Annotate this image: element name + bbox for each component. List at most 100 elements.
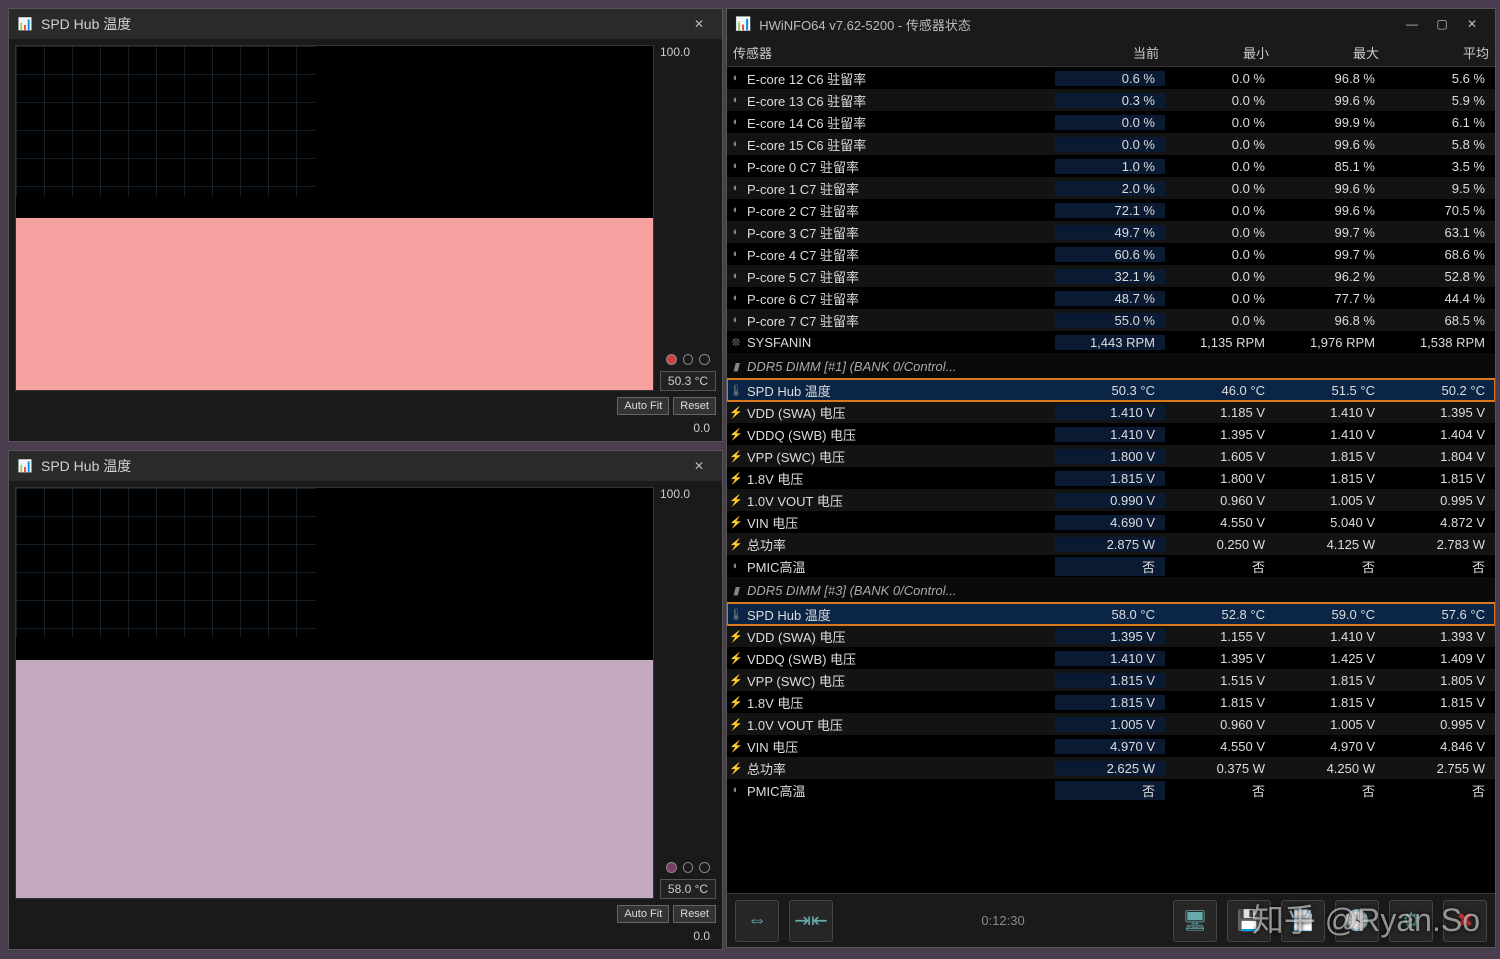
sensor-row[interactable]: ⚡VDDQ (SWB) 电压1.410 V1.395 V1.410 V1.404…	[727, 423, 1495, 445]
sensor-row[interactable]: ⚡总功率2.625 W0.375 W4.250 W2.755 W	[727, 757, 1495, 779]
val-avg: 5.6 %	[1385, 71, 1495, 86]
chip-icon: ▮	[727, 360, 745, 373]
close-icon[interactable]: ✕	[1457, 10, 1487, 38]
section-label: DDR5 DIMM [#1] (BANK 0/Control...	[745, 359, 1495, 374]
autofit-button[interactable]: Auto Fit	[617, 397, 669, 415]
val-avg: 1.393 V	[1385, 629, 1495, 644]
val-min: 1.515 V	[1165, 673, 1275, 688]
save-button[interactable]: 💾	[1227, 900, 1271, 942]
sensor-rows[interactable]: ◐E-core 12 C6 驻留率0.6 %0.0 %96.8 %5.6 %◐E…	[727, 67, 1495, 893]
clock-button[interactable]: 🕓	[1335, 900, 1379, 942]
sensor-row[interactable]: ◐P-core 1 C7 驻留率2.0 %0.0 %99.6 %9.5 %	[727, 177, 1495, 199]
sensor-row[interactable]: ◐P-core 2 C7 驻留率72.1 %0.0 %99.6 %70.5 %	[727, 199, 1495, 221]
val-max: 1.425 V	[1275, 651, 1385, 666]
col-min[interactable]: 最小	[1165, 39, 1275, 66]
sensor-row[interactable]: ◐P-core 5 C7 驻留率32.1 %0.0 %96.2 %52.8 %	[727, 265, 1495, 287]
val-max: 99.6 %	[1275, 181, 1385, 196]
sensor-row[interactable]: ◐P-core 3 C7 驻留率49.7 %0.0 %99.7 %63.1 %	[727, 221, 1495, 243]
sensor-row[interactable]: ◐PMIC高温否否否否	[727, 555, 1495, 577]
sensor-row[interactable]: ⚡1.0V VOUT 电压0.990 V0.960 V1.005 V0.995 …	[727, 489, 1495, 511]
sensor-name: E-core 13 C6 驻留率	[745, 91, 1055, 110]
titlebar[interactable]: 📊 SPD Hub 温度 ✕	[9, 9, 722, 39]
legend-dot-icon[interactable]	[683, 354, 694, 365]
sensor-row[interactable]: ⚡VDDQ (SWB) 电压1.410 V1.395 V1.425 V1.409…	[727, 647, 1495, 669]
sensor-row[interactable]: ◐E-core 13 C6 驻留率0.3 %0.0 %99.6 %5.9 %	[727, 89, 1495, 111]
log-button[interactable]: 📄	[1281, 900, 1325, 942]
sensor-row[interactable]: ◐P-core 4 C7 驻留率60.6 %0.0 %99.7 %68.6 %	[727, 243, 1495, 265]
expand-button[interactable]: ⇔	[735, 900, 779, 942]
val-current: 1.410 V	[1055, 405, 1165, 420]
reset-button[interactable]: Reset	[673, 905, 716, 923]
section-header[interactable]: ▮DDR5 DIMM [#3] (BANK 0/Control...	[727, 577, 1495, 603]
legend-dot-icon[interactable]	[699, 354, 710, 365]
val-min: 否	[1165, 557, 1275, 576]
close-button[interactable]: ✖	[1443, 900, 1487, 942]
sensor-row[interactable]: ⚡1.8V 电压1.815 V1.800 V1.815 V1.815 V	[727, 467, 1495, 489]
collapse-button[interactable]: ⇥⇤	[789, 900, 833, 942]
legend-dot-icon[interactable]	[666, 354, 677, 365]
sensor-row[interactable]: ⚡1.0V VOUT 电压1.005 V0.960 V1.005 V0.995 …	[727, 713, 1495, 735]
sensor-row[interactable]: ◐P-core 6 C7 驻留率48.7 %0.0 %77.7 %44.4 %	[727, 287, 1495, 309]
sensor-type-icon: ◐	[727, 116, 745, 128]
val-min: 1.800 V	[1165, 471, 1275, 486]
legend-dot-icon[interactable]	[666, 862, 677, 873]
sensor-row[interactable]: ◐E-core 12 C6 驻留率0.6 %0.0 %96.8 %5.6 %	[727, 67, 1495, 89]
settings-button[interactable]: ⚙	[1389, 900, 1433, 942]
sensor-row[interactable]: ◐E-core 15 C6 驻留率0.0 %0.0 %99.6 %5.8 %	[727, 133, 1495, 155]
sensor-row[interactable]: ⚡VPP (SWC) 电压1.815 V1.515 V1.815 V1.805 …	[727, 669, 1495, 691]
col-avg[interactable]: 平均	[1385, 39, 1495, 66]
val-min: 0.960 V	[1165, 717, 1275, 732]
col-max[interactable]: 最大	[1275, 39, 1385, 66]
sensor-row[interactable]: ❊SYSFANIN1,443 RPM1,135 RPM1,976 RPM1,53…	[727, 331, 1495, 353]
sensor-row[interactable]: 🌡SPD Hub 温度50.3 °C46.0 °C51.5 °C50.2 °C	[727, 379, 1495, 401]
val-current: 2.875 W	[1055, 537, 1165, 552]
scale-min: 0.0	[15, 929, 716, 943]
sensor-type-icon: ⚡	[727, 630, 745, 643]
sensor-row[interactable]: ◐PMIC高温否否否否	[727, 779, 1495, 801]
val-min: 1.155 V	[1165, 629, 1275, 644]
minimize-icon[interactable]: ―	[1397, 10, 1427, 38]
sensor-row[interactable]: ◐P-core 7 C7 驻留率55.0 %0.0 %96.8 %68.5 %	[727, 309, 1495, 331]
section-header[interactable]: ▮DDR5 DIMM [#1] (BANK 0/Control...	[727, 353, 1495, 379]
sensor-row[interactable]: ⚡总功率2.875 W0.250 W4.125 W2.783 W	[727, 533, 1495, 555]
sensor-type-icon: ⚡	[727, 450, 745, 463]
sensor-row[interactable]: ◐P-core 0 C7 驻留率1.0 %0.0 %85.1 %3.5 %	[727, 155, 1495, 177]
sensor-row[interactable]: ◐E-core 14 C6 驻留率0.0 %0.0 %99.9 %6.1 %	[727, 111, 1495, 133]
val-current: 48.7 %	[1055, 291, 1165, 306]
sensor-row[interactable]: 🌡SPD Hub 温度58.0 °C52.8 °C59.0 °C57.6 °C	[727, 603, 1495, 625]
monitor-button[interactable]: 🖥	[1173, 900, 1217, 942]
val-current: 58.0 °C	[1055, 607, 1165, 622]
legend-dot-icon[interactable]	[699, 862, 710, 873]
val-avg: 3.5 %	[1385, 159, 1495, 174]
reset-button[interactable]: Reset	[673, 397, 716, 415]
val-max: 77.7 %	[1275, 291, 1385, 306]
autofit-button[interactable]: Auto Fit	[617, 905, 669, 923]
maximize-icon[interactable]: ▢	[1427, 10, 1457, 38]
sensor-name: 总功率	[745, 535, 1055, 554]
val-max: 99.7 %	[1275, 225, 1385, 240]
window-title: SPD Hub 温度	[41, 14, 131, 34]
titlebar[interactable]: 📊 HWiNFO64 v7.62-5200 - 传感器状态 ― ▢ ✕	[727, 9, 1495, 39]
val-current: 32.1 %	[1055, 269, 1165, 284]
close-icon[interactable]: ✕	[684, 10, 714, 38]
sensor-row[interactable]: ⚡VIN 电压4.970 V4.550 V4.970 V4.846 V	[727, 735, 1495, 757]
close-icon[interactable]: ✕	[684, 452, 714, 480]
val-max: 1.410 V	[1275, 405, 1385, 420]
legend-dot-icon[interactable]	[683, 862, 694, 873]
col-sensor[interactable]: 传感器	[727, 39, 1055, 66]
sensor-row[interactable]: ⚡VDD (SWA) 电压1.395 V1.155 V1.410 V1.393 …	[727, 625, 1495, 647]
val-max: 1.815 V	[1275, 449, 1385, 464]
sensor-row[interactable]: ⚡VDD (SWA) 电压1.410 V1.185 V1.410 V1.395 …	[727, 401, 1495, 423]
sensor-row[interactable]: ⚡VPP (SWC) 电压1.800 V1.605 V1.815 V1.804 …	[727, 445, 1495, 467]
sensor-type-icon: ◐	[727, 182, 745, 194]
val-current: 1.800 V	[1055, 449, 1165, 464]
sensor-type-icon: ⚡	[727, 718, 745, 731]
col-current[interactable]: 当前	[1055, 39, 1165, 66]
sensor-name: 1.8V 电压	[745, 469, 1055, 488]
titlebar[interactable]: 📊 SPD Hub 温度 ✕	[9, 451, 722, 481]
val-max: 1.815 V	[1275, 471, 1385, 486]
val-min: 0.0 %	[1165, 137, 1275, 152]
sensor-row[interactable]: ⚡VIN 电压4.690 V4.550 V5.040 V4.872 V	[727, 511, 1495, 533]
sensor-row[interactable]: ⚡1.8V 电压1.815 V1.815 V1.815 V1.815 V	[727, 691, 1495, 713]
sensor-name: VIN 电压	[745, 513, 1055, 532]
